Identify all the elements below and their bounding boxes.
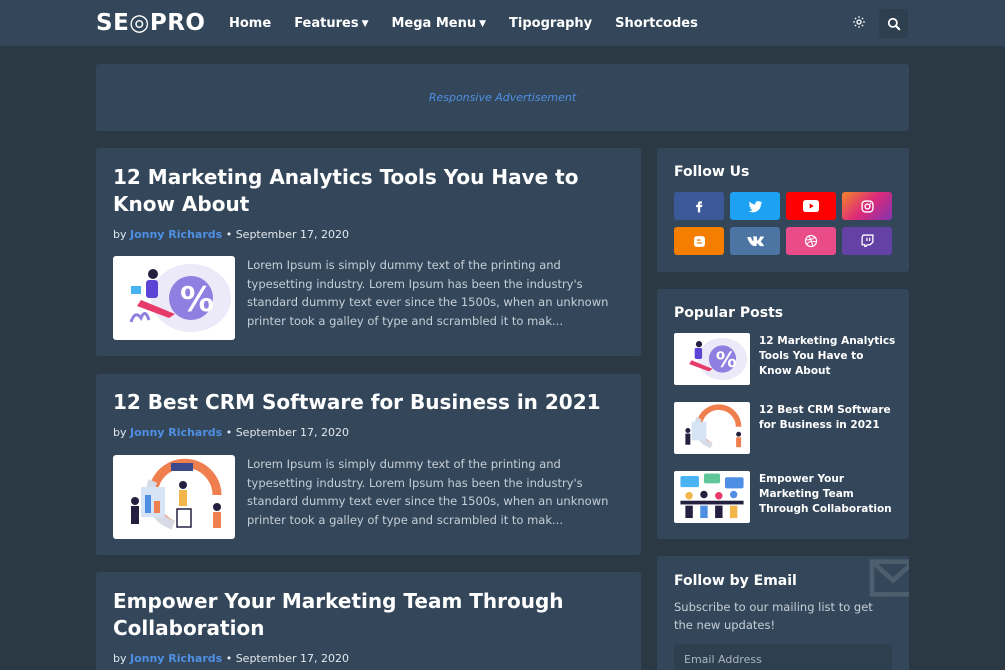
post-meta: by Jonny Richards • September 17, 2020 <box>113 228 349 241</box>
post-excerpt: Lorem Ipsum is simply dummy text of the … <box>247 457 609 528</box>
email-description: Subscribe to our mailing list to get the… <box>674 600 873 632</box>
meta-separator: • <box>225 652 233 665</box>
nav-home-label: Home <box>229 16 272 31</box>
youtube-icon <box>803 200 819 212</box>
nav-mega-menu[interactable]: Mega Menu ▼ <box>392 16 487 31</box>
popular-post-title[interactable]: Empower Your Marketing Team Through Coll… <box>759 472 899 517</box>
popular-post-thumbnail[interactable] <box>674 402 750 454</box>
popular-post-thumbnail[interactable] <box>674 471 750 523</box>
widget-title: Follow by Email <box>674 573 797 589</box>
post-title[interactable]: 12 Best CRM Software for Business in 202… <box>113 389 623 416</box>
twitter-button[interactable] <box>730 192 780 220</box>
post-date: September 17, 2020 <box>235 228 349 241</box>
nav-features[interactable]: Features ▼ <box>294 16 368 31</box>
post-card: 12 Marketing Analytics Tools You Have to… <box>96 148 641 356</box>
post-thumbnail[interactable] <box>113 455 235 539</box>
twitch-button[interactable] <box>842 227 892 255</box>
nav-shortcodes-label: Shortcodes <box>615 16 698 31</box>
nav-tipography[interactable]: Tipography <box>509 16 592 31</box>
blogger-button[interactable] <box>674 227 724 255</box>
meta-separator: • <box>225 426 233 439</box>
twitter-icon <box>748 200 762 212</box>
post-date: September 17, 2020 <box>235 652 349 665</box>
post-title[interactable]: Empower Your Marketing Team Through Coll… <box>113 588 623 642</box>
search-button[interactable] <box>879 9 908 38</box>
post-card: 12 Best CRM Software for Business in 202… <box>96 374 641 555</box>
nav-tipography-label: Tipography <box>509 16 593 31</box>
blogger-icon <box>693 235 705 247</box>
meta-separator: • <box>225 228 233 241</box>
nav-features-label: Features <box>294 16 359 31</box>
post-meta: by Jonny Richards • September 17, 2020 <box>113 652 349 665</box>
post-author[interactable]: Jonny Richards <box>130 228 222 241</box>
instagram-button[interactable] <box>842 192 892 220</box>
post-excerpt: Lorem Ipsum is simply dummy text of the … <box>247 258 609 329</box>
nav-shortcodes[interactable]: Shortcodes <box>615 16 698 31</box>
popular-post-title[interactable]: 12 Best CRM Software for Business in 202… <box>759 403 899 433</box>
vk-button[interactable] <box>730 227 780 255</box>
dribbble-icon <box>804 234 818 248</box>
post-date: September 17, 2020 <box>235 426 349 439</box>
main-nav: Home Features ▼ Mega Menu ▼ Tipography Sho… <box>229 16 721 31</box>
widget-title: Follow Us <box>674 164 750 180</box>
post-card: Empower Your Marketing Team Through Coll… <box>96 572 641 670</box>
site-header: SE◎PRO Home Features ▼ Mega Menu ▼ Tipogra… <box>0 0 1005 47</box>
popular-post-thumbnail[interactable]: % <box>674 333 750 385</box>
popular-post-title[interactable]: 12 Marketing Analytics Tools You Have to… <box>759 334 899 379</box>
follow-by-email-widget: Follow by Email Subscribe to our mailing… <box>657 556 909 670</box>
svg-text:%: % <box>716 347 737 372</box>
chevron-down-icon: ▼ <box>479 18 487 29</box>
post-meta: by Jonny Richards • September 17, 2020 <box>113 426 349 439</box>
nav-home[interactable]: Home <box>229 16 271 31</box>
popular-posts-widget: Popular Posts % 12 Marketing Analytics T… <box>657 289 909 539</box>
nav-mega-menu-label: Mega Menu <box>391 16 477 31</box>
chevron-down-icon: ▼ <box>361 18 369 29</box>
search-icon <box>887 17 900 30</box>
facebook-button[interactable] <box>674 192 724 220</box>
facebook-icon <box>696 201 703 213</box>
advertisement-banner[interactable]: Responsive Advertisement <box>96 64 909 131</box>
post-by: by <box>113 228 127 241</box>
widget-title: Popular Posts <box>674 305 784 321</box>
post-author[interactable]: Jonny Richards <box>130 426 222 439</box>
vk-icon <box>746 235 764 246</box>
youtube-button[interactable] <box>786 192 836 220</box>
post-author[interactable]: Jonny Richards <box>130 652 222 665</box>
gear-icon[interactable] <box>851 15 867 31</box>
post-thumbnail[interactable]: % <box>113 256 235 340</box>
dribbble-button[interactable] <box>786 227 836 255</box>
email-field[interactable] <box>674 644 892 670</box>
site-logo[interactable]: SE◎PRO <box>96 10 205 36</box>
post-title[interactable]: 12 Marketing Analytics Tools You Have to… <box>113 164 623 218</box>
instagram-icon <box>860 199 874 213</box>
post-by: by <box>113 426 127 439</box>
follow-us-widget: Follow Us <box>657 148 909 272</box>
twitch-icon <box>860 234 874 248</box>
post-by: by <box>113 652 127 665</box>
advertisement-label: Responsive Advertisement <box>428 91 577 104</box>
svg-text:%: % <box>180 280 214 320</box>
